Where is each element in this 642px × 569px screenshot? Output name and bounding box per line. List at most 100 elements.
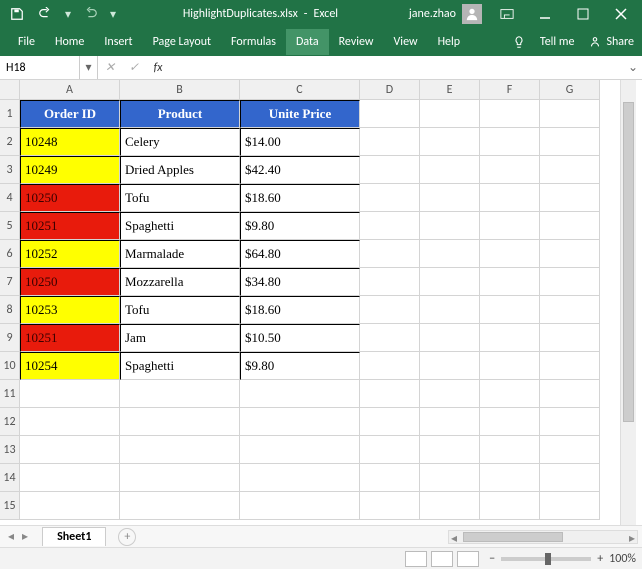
tab-formulas[interactable]: Formulas <box>221 29 286 55</box>
table-cell[interactable]: $34.80 <box>240 268 360 296</box>
cell-D4[interactable] <box>360 184 420 212</box>
minimize-button[interactable] <box>528 2 562 26</box>
row-header-12[interactable]: 12 <box>0 408 20 436</box>
table-cell[interactable]: 10254 <box>20 352 120 380</box>
cell-D5[interactable] <box>360 212 420 240</box>
cell-E6[interactable] <box>420 240 480 268</box>
tab-insert[interactable]: Insert <box>94 29 142 55</box>
row-header-9[interactable]: 9 <box>0 324 20 352</box>
undo-button[interactable] <box>32 2 58 26</box>
qa-customize[interactable]: ▾ <box>106 2 120 26</box>
table-header-cell[interactable]: Order ID <box>20 100 120 128</box>
cell-E13[interactable] <box>420 436 480 464</box>
cell-F10[interactable] <box>480 352 540 380</box>
table-cell[interactable]: $18.60 <box>240 296 360 324</box>
user-avatar-icon[interactable] <box>462 4 482 24</box>
tab-file[interactable]: File <box>8 29 45 55</box>
cell-E2[interactable] <box>420 128 480 156</box>
tab-help[interactable]: Help <box>428 29 471 55</box>
cell-G7[interactable] <box>540 268 600 296</box>
close-button[interactable] <box>604 2 638 26</box>
cell-F1[interactable] <box>480 100 540 128</box>
cell-E4[interactable] <box>420 184 480 212</box>
cell-F4[interactable] <box>480 184 540 212</box>
cell-F8[interactable] <box>480 296 540 324</box>
cell-F13[interactable] <box>480 436 540 464</box>
lightbulb-icon[interactable] <box>512 35 526 49</box>
cell-G15[interactable] <box>540 492 600 520</box>
table-cell[interactable]: Spaghetti <box>120 352 240 380</box>
column-header-F[interactable]: F <box>480 80 540 100</box>
table-cell[interactable]: 10253 <box>20 296 120 324</box>
table-cell[interactable]: Tofu <box>120 184 240 212</box>
cell-D11[interactable] <box>360 380 420 408</box>
cell-F2[interactable] <box>480 128 540 156</box>
cell-E3[interactable] <box>420 156 480 184</box>
cell-F15[interactable] <box>480 492 540 520</box>
table-cell[interactable]: Jam <box>120 324 240 352</box>
cell-A12[interactable] <box>20 408 120 436</box>
column-header-E[interactable]: E <box>420 80 480 100</box>
row-header-4[interactable]: 4 <box>0 184 20 212</box>
table-cell[interactable]: $18.60 <box>240 184 360 212</box>
table-cell[interactable]: $10.50 <box>240 324 360 352</box>
column-header-A[interactable]: A <box>20 80 120 100</box>
cell-G12[interactable] <box>540 408 600 436</box>
table-cell[interactable]: $9.80 <box>240 352 360 380</box>
table-cell[interactable]: Spaghetti <box>120 212 240 240</box>
table-cell[interactable]: 10252 <box>20 240 120 268</box>
cell-C11[interactable] <box>240 380 360 408</box>
row-header-3[interactable]: 3 <box>0 156 20 184</box>
cell-G1[interactable] <box>540 100 600 128</box>
cell-E11[interactable] <box>420 380 480 408</box>
cell-G3[interactable] <box>540 156 600 184</box>
table-cell[interactable]: 10251 <box>20 324 120 352</box>
column-header-B[interactable]: B <box>120 80 240 100</box>
save-button[interactable] <box>4 2 30 26</box>
vertical-scrollbar-thumb[interactable] <box>623 102 634 422</box>
row-header-7[interactable]: 7 <box>0 268 20 296</box>
cell-C14[interactable] <box>240 464 360 492</box>
cell-G9[interactable] <box>540 324 600 352</box>
cell-F14[interactable] <box>480 464 540 492</box>
cell-G11[interactable] <box>540 380 600 408</box>
tell-me[interactable]: Tell me <box>540 35 575 49</box>
qa-dropdown[interactable]: ▾ <box>60 2 76 26</box>
cell-E14[interactable] <box>420 464 480 492</box>
name-box-dropdown[interactable]: ▾ <box>80 56 98 79</box>
zoom-slider[interactable] <box>501 557 591 561</box>
cell-D15[interactable] <box>360 492 420 520</box>
cell-F12[interactable] <box>480 408 540 436</box>
sheet-tab-active[interactable]: Sheet1 <box>42 527 106 546</box>
table-header-cell[interactable]: Unite Price <box>240 100 360 128</box>
table-cell[interactable]: $64.80 <box>240 240 360 268</box>
cell-C12[interactable] <box>240 408 360 436</box>
zoom-out-button[interactable]: − <box>489 552 495 566</box>
table-cell[interactable]: Dried Apples <box>120 156 240 184</box>
cell-B13[interactable] <box>120 436 240 464</box>
row-header-10[interactable]: 10 <box>0 352 20 380</box>
table-cell[interactable]: Marmalade <box>120 240 240 268</box>
cell-E8[interactable] <box>420 296 480 324</box>
cell-D7[interactable] <box>360 268 420 296</box>
cell-F7[interactable] <box>480 268 540 296</box>
formula-input[interactable] <box>170 56 624 79</box>
cell-E15[interactable] <box>420 492 480 520</box>
cell-E1[interactable] <box>420 100 480 128</box>
cell-E5[interactable] <box>420 212 480 240</box>
vertical-scrollbar[interactable] <box>620 80 636 525</box>
cell-G5[interactable] <box>540 212 600 240</box>
cell-B15[interactable] <box>120 492 240 520</box>
cell-E7[interactable] <box>420 268 480 296</box>
zoom-slider-thumb[interactable] <box>545 553 551 565</box>
cell-E12[interactable] <box>420 408 480 436</box>
row-header-15[interactable]: 15 <box>0 492 20 520</box>
table-cell[interactable]: Tofu <box>120 296 240 324</box>
row-header-2[interactable]: 2 <box>0 128 20 156</box>
table-cell[interactable]: 10250 <box>20 184 120 212</box>
table-cell[interactable]: Mozzarella <box>120 268 240 296</box>
row-header-14[interactable]: 14 <box>0 464 20 492</box>
cell-E10[interactable] <box>420 352 480 380</box>
tab-data[interactable]: Data <box>286 29 329 55</box>
cell-D8[interactable] <box>360 296 420 324</box>
